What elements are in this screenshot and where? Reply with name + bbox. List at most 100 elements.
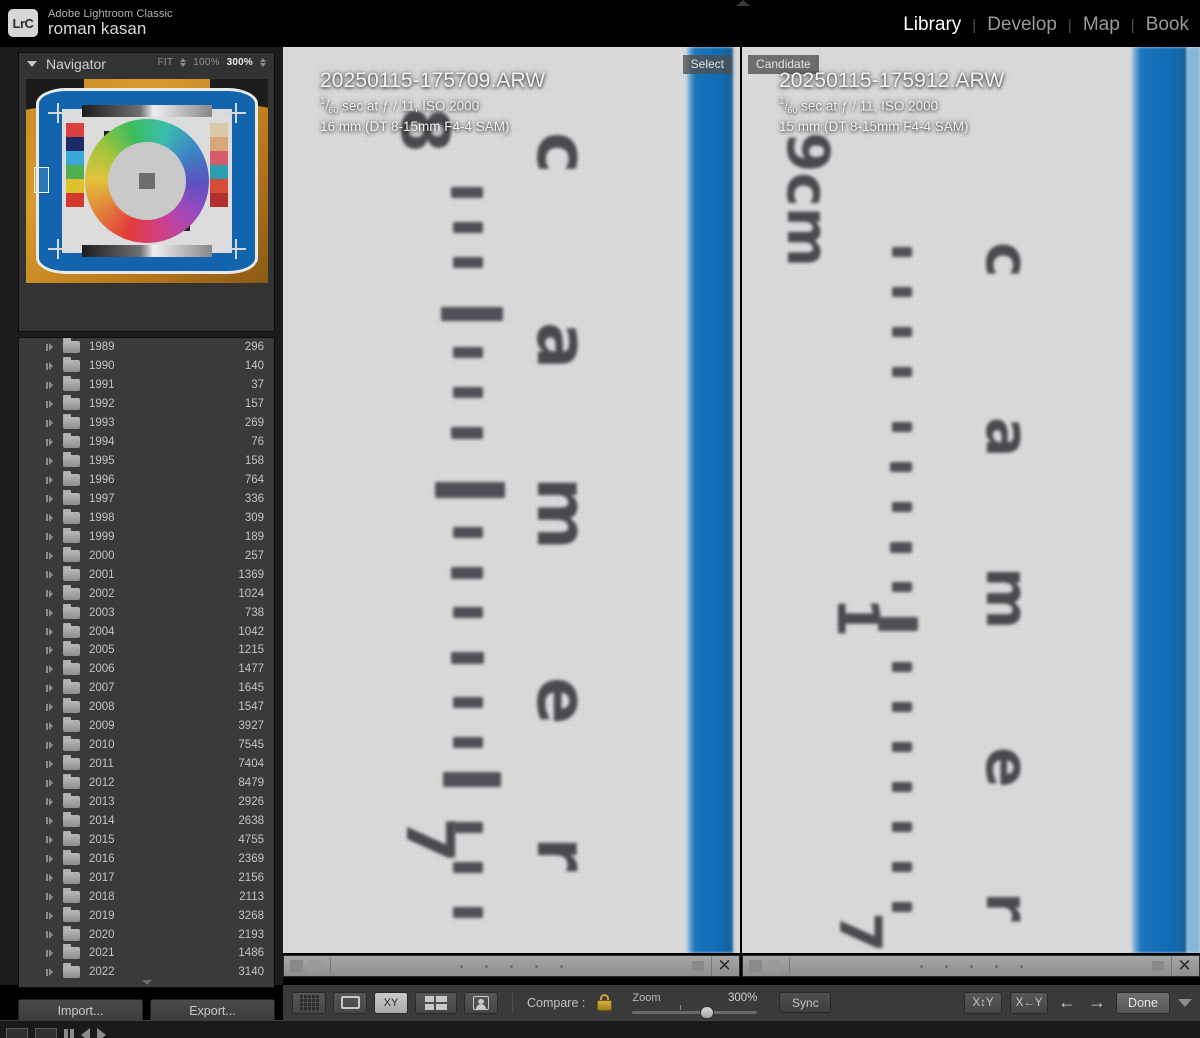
star-dot[interactable] xyxy=(994,964,998,968)
filmstrip-back-icon[interactable] xyxy=(81,1028,90,1038)
folder-row[interactable]: 2014 2638 xyxy=(19,811,274,830)
zoom-custom-stepper-icon[interactable] xyxy=(260,58,266,67)
folder-row[interactable]: 2017 2156 xyxy=(19,868,274,887)
expand-folder-icon[interactable] xyxy=(46,513,58,522)
select-star-rating[interactable] xyxy=(331,964,692,968)
folder-row[interactable]: 1998 309 xyxy=(19,508,274,527)
expand-folder-icon[interactable] xyxy=(46,400,58,409)
filmstrip-loupe-icon[interactable] xyxy=(35,1028,57,1038)
folder-row[interactable]: 2006 1477 xyxy=(19,660,274,679)
swap-button[interactable]: X↕Y xyxy=(964,991,1002,1014)
lock-icon[interactable] xyxy=(597,994,613,1011)
expand-folder-icon[interactable] xyxy=(46,760,58,769)
star-dot[interactable] xyxy=(510,964,513,968)
expand-folder-icon[interactable] xyxy=(46,381,58,390)
folder-row[interactable]: 2011 7404 xyxy=(19,755,274,774)
expand-folder-icon[interactable] xyxy=(46,457,58,466)
module-library[interactable]: Library xyxy=(892,14,972,36)
color-label-swatch[interactable] xyxy=(692,961,704,971)
folder-row[interactable]: 2007 1645 xyxy=(19,679,274,698)
star-dot[interactable] xyxy=(485,964,488,968)
filmstrip-forward-icon[interactable] xyxy=(97,1028,106,1038)
zoom-slider-track[interactable] xyxy=(632,1010,758,1014)
people-view-button[interactable] xyxy=(464,991,498,1014)
expand-folder-icon[interactable] xyxy=(46,684,58,693)
star-dot[interactable] xyxy=(535,964,538,968)
filmstrip[interactable] xyxy=(0,1020,1200,1038)
zoom-fit-stepper-icon[interactable] xyxy=(180,58,187,67)
expand-folder-icon[interactable] xyxy=(46,665,58,674)
flag-pick-icon[interactable] xyxy=(749,960,762,972)
expand-folder-icon[interactable] xyxy=(46,873,58,882)
select-image-pane[interactable]: c a m e r 8 7 Select 20250115-175709.ARW… xyxy=(283,47,740,953)
expand-folder-icon[interactable] xyxy=(46,343,58,352)
folder-row[interactable]: 2002 1024 xyxy=(19,584,274,603)
folder-row[interactable]: 2020 2193 xyxy=(19,925,274,944)
expand-folder-icon[interactable] xyxy=(46,551,58,560)
expand-folder-icon[interactable] xyxy=(46,835,58,844)
expand-folder-icon[interactable] xyxy=(46,703,58,712)
folder-row[interactable]: 2004 1042 xyxy=(19,622,274,641)
folder-row[interactable]: 1994 76 xyxy=(19,433,274,452)
folder-row[interactable]: 2003 738 xyxy=(19,603,274,622)
folder-row[interactable]: 1999 189 xyxy=(19,527,274,546)
color-label-swatch[interactable] xyxy=(1152,961,1164,971)
filmstrip-pause-icon[interactable] xyxy=(64,1029,74,1038)
expand-folder-icon[interactable] xyxy=(46,646,58,655)
flag-reject-icon[interactable] xyxy=(768,960,781,972)
flag-pick-icon[interactable] xyxy=(290,960,303,972)
folder-row[interactable]: 2012 8479 xyxy=(19,774,274,793)
folder-row[interactable]: 1995 158 xyxy=(19,452,274,471)
expand-folder-icon[interactable] xyxy=(46,570,58,579)
expand-folder-icon[interactable] xyxy=(46,362,58,371)
compare-view-button[interactable]: XY xyxy=(374,991,408,1014)
toolbar-options-chevron-icon[interactable] xyxy=(1178,998,1192,1007)
folder-row[interactable]: 2005 1215 xyxy=(19,641,274,660)
folders-list[interactable]: 1989 296 1990 140 1991 37 1992 157 1993 269 1994 76… xyxy=(18,337,275,988)
folder-row[interactable]: 1991 37 xyxy=(19,376,274,395)
folder-row[interactable]: 2000 257 xyxy=(19,546,274,565)
filmstrip-grid-icon[interactable] xyxy=(6,1028,28,1038)
expand-folder-icon[interactable] xyxy=(46,419,58,428)
folder-row[interactable]: 2001 1369 xyxy=(19,565,274,584)
expand-folder-icon[interactable] xyxy=(46,438,58,447)
select-close-icon[interactable]: ✕ xyxy=(711,956,737,976)
module-develop[interactable]: Develop xyxy=(976,14,1068,36)
folder-row[interactable]: 2021 1486 xyxy=(19,944,274,963)
folder-row[interactable]: 1997 336 xyxy=(19,489,274,509)
candidate-star-rating[interactable] xyxy=(790,964,1152,968)
expand-folder-icon[interactable] xyxy=(46,722,58,731)
folder-row[interactable]: 2013 2926 xyxy=(19,792,274,812)
navigator-zoom-rectangle[interactable] xyxy=(34,167,49,193)
grid-view-button[interactable] xyxy=(292,991,326,1014)
folder-row[interactable]: 1992 157 xyxy=(19,395,274,414)
survey-view-button[interactable] xyxy=(415,991,457,1014)
zoom-slider-knob[interactable] xyxy=(700,1005,715,1019)
star-dot[interactable] xyxy=(969,964,973,968)
next-photo-button[interactable]: → xyxy=(1086,992,1108,1013)
folder-row[interactable]: 1989 296 xyxy=(19,338,274,357)
expand-folder-icon[interactable] xyxy=(46,589,58,598)
star-dot[interactable] xyxy=(460,964,463,968)
folder-row[interactable]: 1993 269 xyxy=(19,414,274,433)
module-book[interactable]: Book xyxy=(1135,14,1200,36)
expand-folder-icon[interactable] xyxy=(46,911,58,920)
folder-row[interactable]: 1996 764 xyxy=(19,471,274,490)
previous-photo-button[interactable]: ← xyxy=(1056,992,1078,1013)
star-dot[interactable] xyxy=(1019,964,1023,968)
expand-folder-icon[interactable] xyxy=(46,476,58,485)
expand-folder-icon[interactable] xyxy=(46,854,58,863)
zoom-100-button[interactable]: 100% xyxy=(193,57,219,68)
candidate-image-pane[interactable]: 9cm c a m e r 1 7 Candidate 20250115-175… xyxy=(742,47,1200,953)
zoom-fit-button[interactable]: FIT xyxy=(158,57,174,68)
expand-folder-icon[interactable] xyxy=(46,741,58,750)
expand-folder-icon[interactable] xyxy=(46,532,58,541)
chevron-down-icon[interactable] xyxy=(27,61,37,67)
navigator-header[interactable]: Navigator FIT 100% 300% xyxy=(19,53,274,75)
expand-folder-icon[interactable] xyxy=(46,627,58,636)
sync-button[interactable]: Sync xyxy=(779,992,832,1013)
folder-list-scroll-hint[interactable] xyxy=(19,978,274,987)
folder-row[interactable]: 2010 7545 xyxy=(19,736,274,755)
expand-folder-icon[interactable] xyxy=(46,608,58,617)
folder-row[interactable]: 2015 4755 xyxy=(19,830,274,849)
